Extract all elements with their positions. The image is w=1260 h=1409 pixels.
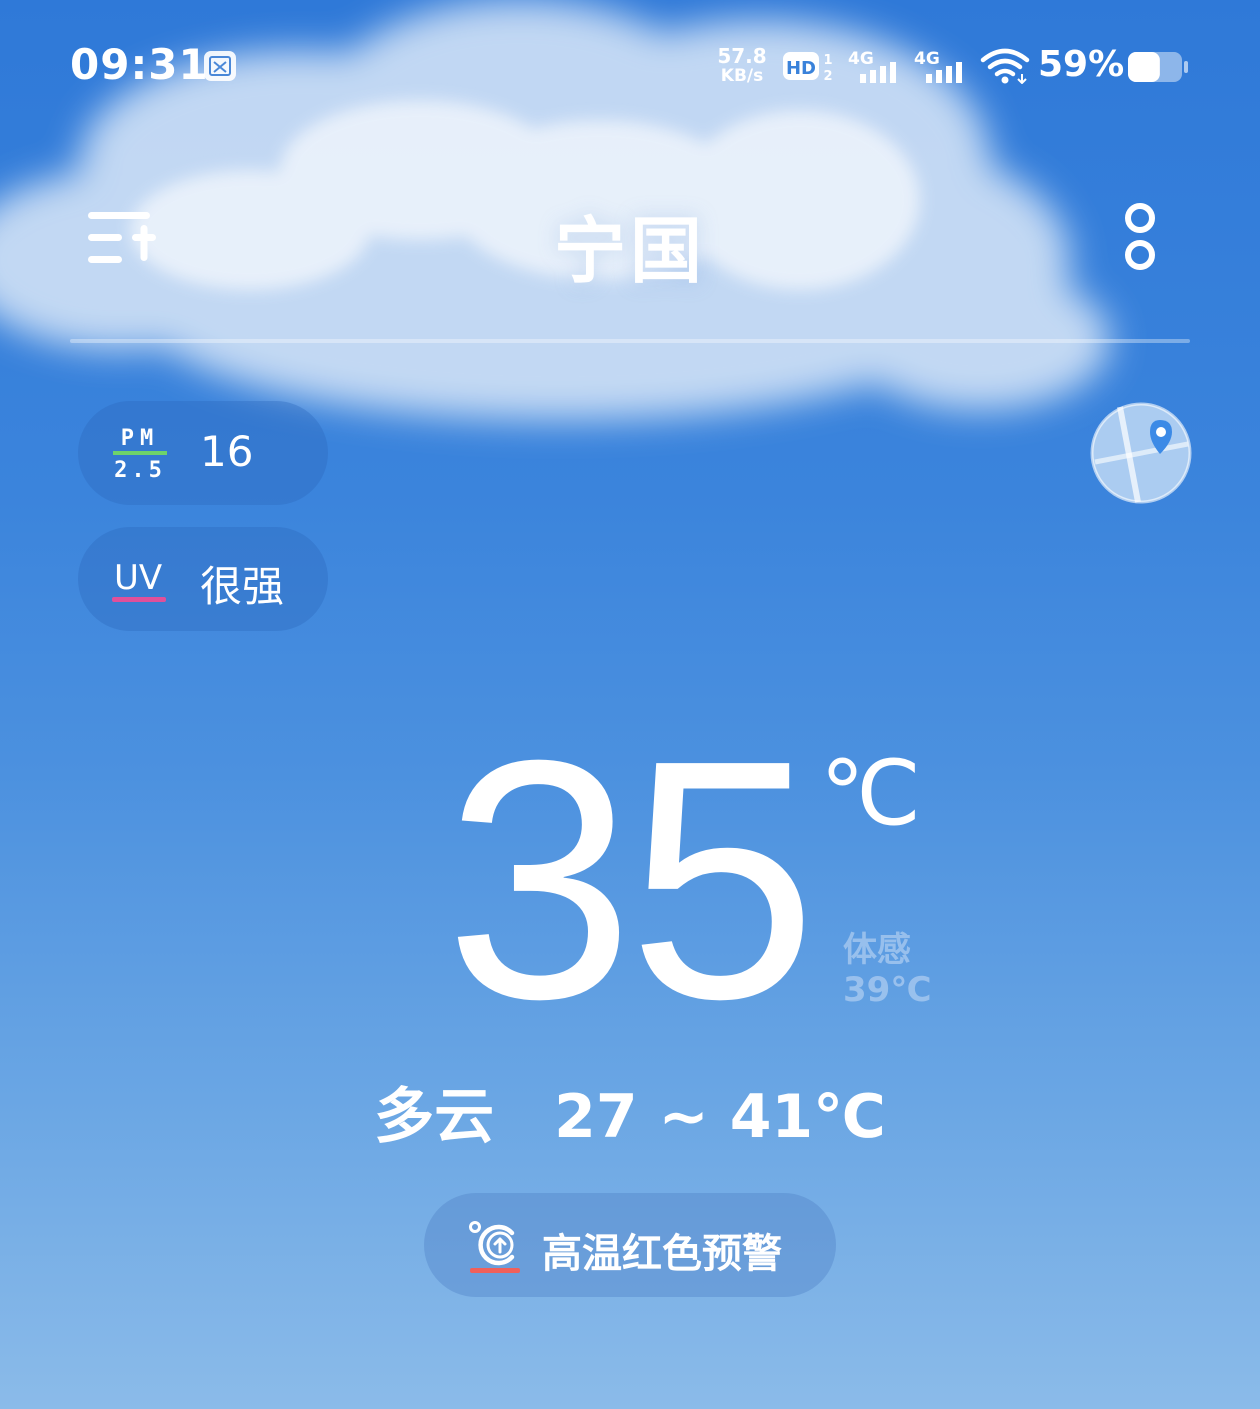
current-temperature: 35 [444, 690, 817, 1070]
network1-label: 4G [848, 49, 874, 69]
signal-4g-2-icon: 4G [914, 49, 962, 83]
uv-pill[interactable]: UV 很强 [78, 527, 328, 631]
uv-icon: UV [112, 558, 166, 602]
pm-label-bottom: 2.5 [114, 458, 166, 483]
uv-value: 很强 [200, 562, 285, 611]
weather-condition: 多云 [374, 1082, 495, 1152]
temperature-range: 27 ~ 41℃ [554, 1082, 886, 1152]
condition-row: 多云 27 ~ 41℃ [0, 1068, 1260, 1155]
more-options-icon[interactable] [1110, 198, 1170, 278]
heat-warning-button[interactable]: 高温红色预警 [424, 1193, 836, 1297]
status-bar: 09:31 57.8 KB/s HD 1 2 4G 4G 59% [0, 0, 1260, 130]
screenshot-app-icon [204, 51, 236, 81]
pm25-icon: PM 2.5 [113, 426, 167, 483]
battery-icon [1128, 52, 1188, 82]
map-location-button[interactable] [1090, 402, 1192, 504]
battery-percent: 59% [1038, 44, 1125, 85]
wifi-icon [980, 48, 1030, 84]
net-speed-unit: KB/s [720, 66, 764, 86]
alert-text: 高温红色预警 [542, 1231, 782, 1277]
svg-text:HD: HD [786, 58, 816, 79]
hd-voice-icon: HD 1 2 [783, 52, 833, 84]
network2-label: 4G [914, 49, 940, 69]
feels-like-label: 体感 [843, 930, 911, 970]
high-temperature-warning-icon [469, 1221, 520, 1273]
net-speed-value: 57.8 [717, 44, 767, 68]
header-divider [70, 339, 1190, 343]
pm25-value: 16 [200, 427, 254, 476]
pm-label-top: PM [121, 426, 160, 451]
city-list-add-button[interactable] [82, 205, 162, 270]
pm25-pill[interactable]: PM 2.5 16 [78, 401, 328, 505]
svg-text:2: 2 [823, 69, 832, 84]
city-title: 宁国 [553, 209, 706, 293]
uv-label: UV [114, 558, 162, 598]
feels-like-value: 39℃ [843, 970, 932, 1010]
temperature-unit: ℃ [820, 744, 922, 844]
signal-4g-1-icon: 4G [848, 49, 896, 83]
status-time: 09:31 [70, 40, 209, 89]
weather-screen: { "status_bar": { "time": "09:31", "net_… [0, 0, 1260, 1409]
net-speed: 57.8 KB/s [714, 46, 770, 86]
svg-text:1: 1 [823, 53, 832, 68]
